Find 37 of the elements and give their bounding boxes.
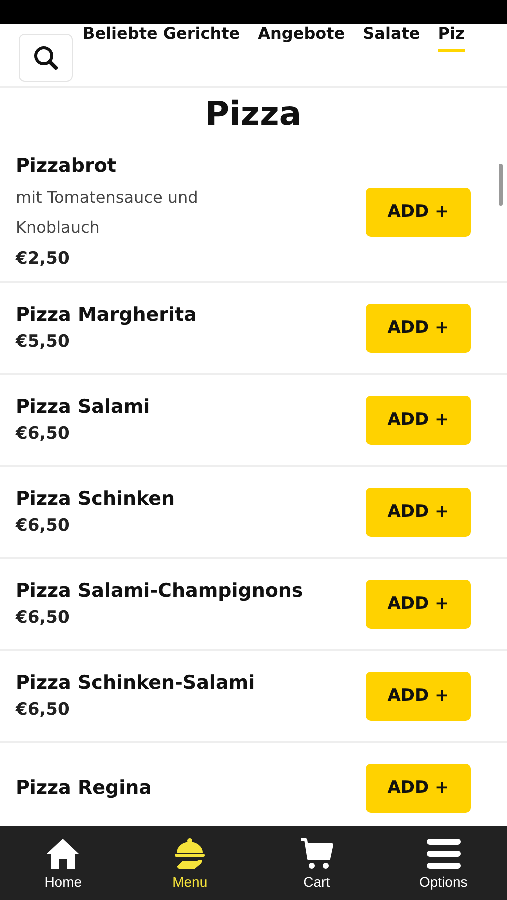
cloche-icon bbox=[173, 836, 208, 870]
add-button[interactable]: ADD + bbox=[366, 488, 471, 536]
cart-icon bbox=[298, 836, 335, 870]
section-title: Pizza bbox=[204, 94, 303, 133]
add-button[interactable]: ADD + bbox=[366, 396, 471, 444]
search-button[interactable] bbox=[19, 34, 73, 82]
item-price: €5,50 bbox=[16, 332, 71, 352]
item-price: €6,50 bbox=[16, 516, 71, 536]
add-button[interactable]: ADD + bbox=[366, 304, 471, 352]
menu-icon bbox=[426, 836, 462, 870]
item-name: Pizza Regina bbox=[16, 777, 152, 799]
add-button[interactable]: ADD + bbox=[366, 580, 471, 628]
add-button[interactable]: ADD + bbox=[366, 188, 471, 236]
category-tab[interactable]: Beliebte Gerichte bbox=[83, 24, 240, 52]
nav-item[interactable]: Cart bbox=[254, 826, 380, 900]
item-description: mit Tomatensauce und Knoblauch bbox=[16, 187, 200, 239]
item-price: €2,50 bbox=[16, 249, 71, 269]
item-name: Pizza Salami-Champignons bbox=[16, 580, 304, 602]
nav-item[interactable]: Options bbox=[380, 826, 507, 900]
item-price: €6,50 bbox=[16, 608, 71, 628]
item-name: Pizza Schinken bbox=[16, 488, 176, 510]
nav-item[interactable]: Home bbox=[0, 826, 127, 900]
nav-item[interactable]: Menu bbox=[126, 826, 254, 900]
add-button[interactable]: ADD + bbox=[366, 672, 471, 720]
add-button[interactable]: ADD + bbox=[366, 764, 471, 812]
item-price: €6,50 bbox=[16, 424, 71, 444]
category-tab[interactable]: Salate bbox=[363, 24, 420, 52]
item-name: Pizza Margherita bbox=[16, 304, 197, 326]
category-tab[interactable]: Piz bbox=[438, 24, 465, 52]
home-icon bbox=[45, 836, 82, 870]
scrollbar bbox=[499, 164, 503, 206]
category-tab[interactable]: Angebote bbox=[258, 24, 346, 52]
item-name: Pizza Salami bbox=[16, 396, 150, 418]
item-name: Pizzabrot bbox=[16, 155, 118, 177]
search-icon bbox=[33, 45, 59, 71]
item-price: €6,50 bbox=[16, 700, 71, 720]
item-name: Pizza Schinken-Salami bbox=[16, 672, 256, 694]
